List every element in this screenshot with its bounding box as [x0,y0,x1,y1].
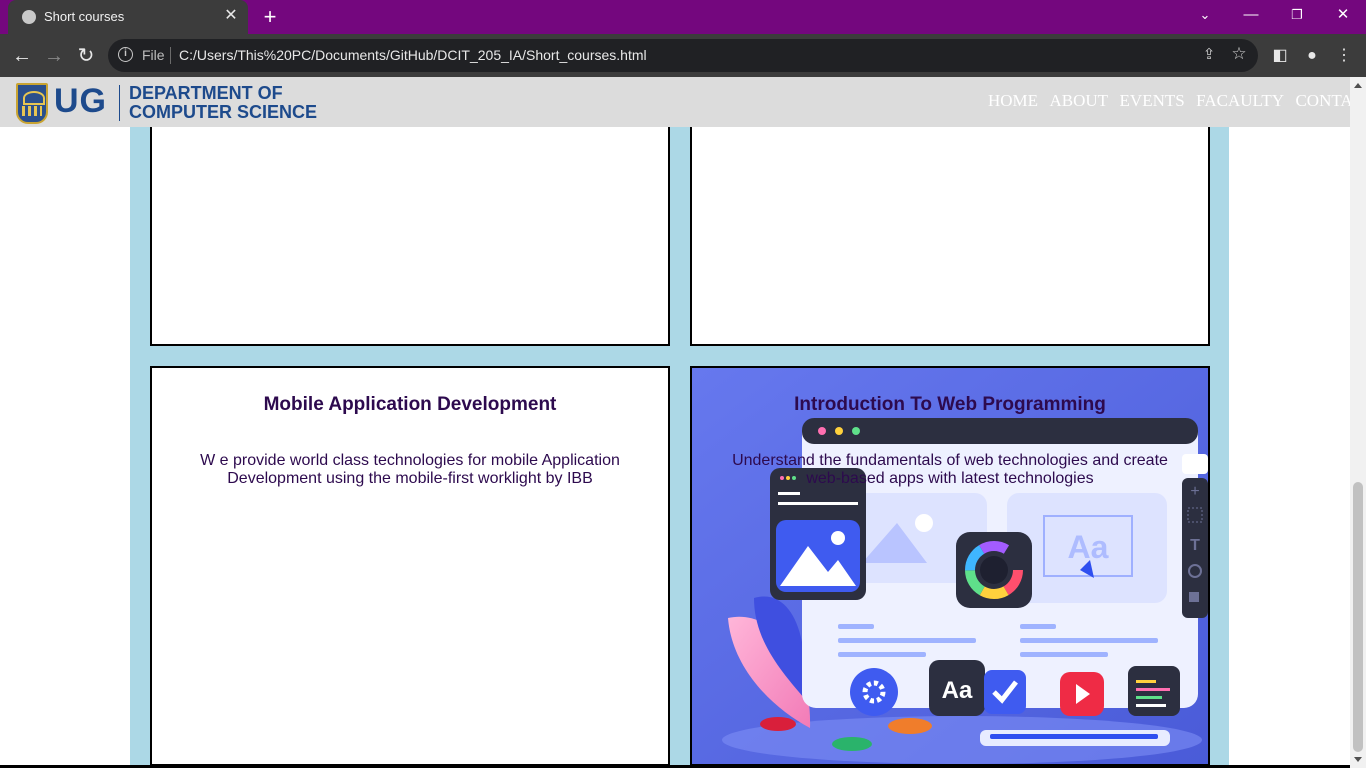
close-tab-icon[interactable]: ✕ [222,7,240,25]
url-scheme-label: File [142,47,165,63]
browser-toolbar: ← → ↻ i File C:/Users/This%20PC/Document… [0,34,1366,77]
info-icon[interactable]: i [118,47,133,62]
tab-title: Short courses [44,9,125,24]
department-name-line1: DEPARTMENT OF [129,83,283,103]
nav-link-home[interactable]: HOME [988,89,1038,113]
restore-button[interactable]: ❐ [1274,0,1320,30]
scroll-down-arrow-icon[interactable] [1354,757,1362,762]
reload-button[interactable]: ↻ [72,42,100,70]
forward-button[interactable]: → [40,42,68,70]
course-card [150,110,670,346]
course-title: Introduction To Web Programming [794,394,1106,415]
logo-divider [119,85,120,121]
scrollbar-thumb[interactable] [1353,482,1363,752]
back-button[interactable]: ← [8,42,36,70]
canvas-text: Aa [1068,529,1109,565]
main-nav: HOME ABOUT EVENTS FACAULTY CONTACT [988,89,1350,113]
site-header: UG DEPARTMENT OF COMPUTER SCIENCE HOME A… [0,77,1350,127]
tab-search-icon[interactable]: ⌄ [1182,0,1228,30]
department-name-line2: COMPUTER SCIENCE [129,102,318,122]
profile-icon[interactable]: ● [1300,44,1324,68]
svg-text:+: + [1190,483,1199,500]
side-panel-icon[interactable]: ◧ [1268,44,1292,68]
scroll-up-arrow-icon[interactable] [1354,83,1362,88]
browser-tab[interactable]: Short courses ✕ [8,0,248,34]
page-viewport: Mobile Application Development W e provi… [0,77,1350,768]
university-crest-logo[interactable] [16,83,48,124]
nav-link-contact[interactable]: CONTACT [1295,89,1350,113]
menu-kebab-icon[interactable]: ⋮ [1332,44,1356,68]
nav-link-events[interactable]: EVENTS [1120,89,1185,113]
svg-text:T: T [1190,537,1200,554]
font-tile-text: Aa [942,677,973,704]
globe-icon [22,10,36,24]
course-description: Understand the fundamentals of web techn… [732,452,1168,487]
browser-tab-strip: Short courses ✕ + ⌄ — ❐ ✕ [0,0,1366,34]
course-card [690,110,1210,346]
logo-text[interactable]: UG [54,81,107,121]
url-text[interactable]: C:/Users/This%20PC/Documents/GitHub/DCIT… [179,47,647,63]
course-card-web-programming: Aa + T Aa Introduction To Web Programmin… [690,366,1210,766]
minimize-button[interactable]: — [1228,0,1274,30]
nav-link-faculty[interactable]: FACAULTY [1196,89,1284,113]
new-tab-button[interactable]: + [258,5,282,29]
department-name: DEPARTMENT OF COMPUTER SCIENCE [129,84,317,122]
web-design-illustration: Aa + T Aa [692,368,1208,764]
page-scrollbar[interactable] [1350,77,1366,768]
course-description: W e provide world class technologies for… [200,452,620,487]
share-icon[interactable]: ⇪ [1200,46,1218,64]
address-bar[interactable]: i File C:/Users/This%20PC/Documents/GitH… [108,39,1258,72]
course-card-mobile-app-dev: Mobile Application Development W e provi… [150,366,670,766]
nav-link-about[interactable]: ABOUT [1050,89,1109,113]
close-window-button[interactable]: ✕ [1320,0,1366,30]
course-title: Mobile Application Development [263,394,557,415]
bookmark-star-icon[interactable]: ☆ [1230,45,1248,63]
address-separator [170,47,171,64]
